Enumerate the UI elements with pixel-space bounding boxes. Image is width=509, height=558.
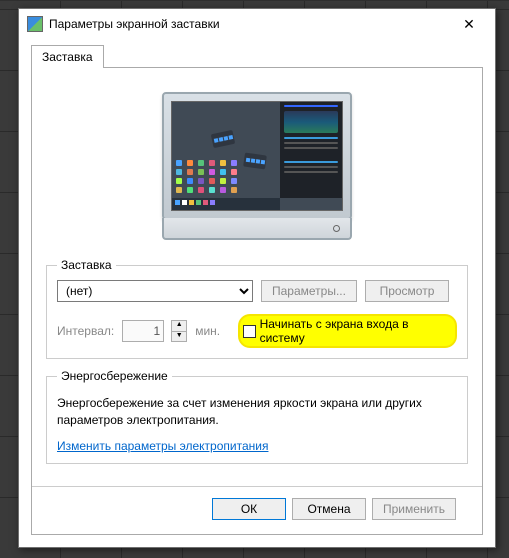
interval-label: Интервал: — [57, 324, 114, 338]
desktop-tile-icon — [211, 130, 235, 148]
screensaver-select[interactable]: (нет) — [57, 280, 253, 302]
resume-highlight: Начинать с экрана входа в систему — [238, 314, 457, 348]
power-icon — [333, 225, 340, 232]
chevron-down-icon[interactable]: ▼ — [172, 331, 186, 341]
desktop-icon-grid — [176, 160, 239, 193]
energy-group: Энергосбережение Энергосбережение за сче… — [46, 369, 468, 464]
preview-side-panel — [280, 102, 342, 198]
resume-checkbox[interactable] — [243, 325, 255, 338]
tab-panel: Заставка (нет) Параметры... Просмотр Инт… — [31, 67, 483, 535]
interval-stepper[interactable]: ▲ ▼ — [171, 320, 187, 342]
energy-legend: Энергосбережение — [57, 369, 172, 383]
screensaver-group: Заставка (нет) Параметры... Просмотр Инт… — [46, 258, 468, 359]
chevron-up-icon[interactable]: ▲ — [172, 321, 186, 331]
tab-screensaver[interactable]: Заставка — [31, 45, 104, 68]
dialog-button-bar: ОК Отмена Применить — [46, 487, 468, 520]
window-title: Параметры экранной заставки — [49, 17, 447, 31]
monitor-preview — [162, 92, 352, 240]
energy-text: Энергосбережение за счет изменения яркос… — [57, 395, 457, 429]
power-settings-link[interactable]: Изменить параметры электропитания — [57, 439, 268, 453]
screensaver-settings-dialog: Параметры экранной заставки ✕ Заставка — [18, 8, 496, 548]
ok-button[interactable]: ОК — [212, 498, 286, 520]
interval-input[interactable] — [122, 320, 164, 342]
app-icon — [27, 16, 43, 32]
cancel-button[interactable]: Отмена — [292, 498, 366, 520]
desktop-tile-icon — [243, 153, 267, 170]
resume-label: Начинать с экрана входа в систему — [260, 317, 447, 345]
preview-button[interactable]: Просмотр — [365, 280, 449, 302]
interval-unit: мин. — [195, 324, 220, 338]
close-button[interactable]: ✕ — [447, 10, 491, 38]
preview-taskbar — [172, 198, 280, 210]
screensaver-legend: Заставка — [57, 258, 116, 272]
titlebar: Параметры экранной заставки ✕ — [19, 9, 495, 39]
settings-button[interactable]: Параметры... — [261, 280, 357, 302]
close-icon: ✕ — [463, 16, 475, 33]
preview-area — [46, 82, 468, 258]
apply-button[interactable]: Применить — [372, 498, 456, 520]
